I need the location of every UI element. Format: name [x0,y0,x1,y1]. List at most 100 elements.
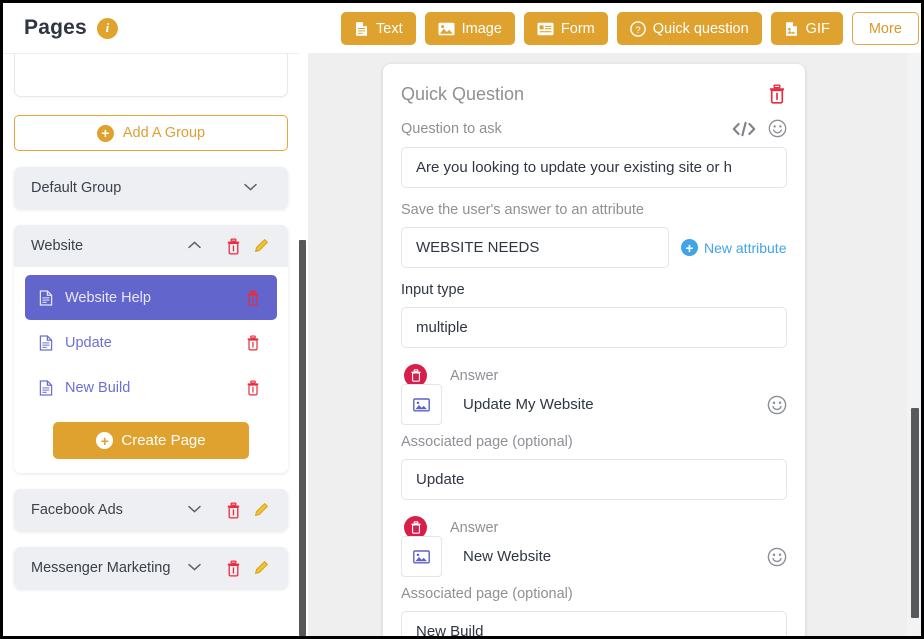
group-facebook-ads[interactable]: Facebook Ads [14,489,288,531]
content-scrollbar-thumb[interactable] [911,408,919,618]
page-title-group: Pages i [24,16,118,40]
delete-group-icon[interactable] [223,500,243,520]
page-item-label: New Build [65,379,131,396]
card-header: Quick Question [401,84,787,105]
chevron-down-icon[interactable] [244,182,257,194]
delete-block-icon[interactable] [767,84,787,104]
chevron-down-icon[interactable] [188,562,201,574]
page-item-update[interactable]: Update [25,320,277,365]
chevron-down-icon[interactable] [188,504,201,516]
create-page-label: Create Page [121,432,206,449]
group-header[interactable]: Default Group [14,167,288,209]
card-title: Quick Question [401,84,525,104]
question-input-value: Are you looking to update your existing … [416,159,733,176]
delete-group-icon[interactable] [223,558,243,578]
attribute-input[interactable]: WEBSITE NEEDS [401,227,669,268]
delete-page-icon[interactable] [243,288,263,308]
answer-text[interactable]: Update My Website [463,396,767,413]
answer-block: Answer Update My Website Associated page… [401,364,787,500]
page-title: Pages [24,16,87,39]
add-text-button[interactable]: Text [341,12,416,45]
answer-text[interactable]: New Website [463,548,767,565]
edit-group-icon[interactable] [251,236,271,256]
add-form-label: Form [560,20,595,37]
associated-page-label: Associated page (optional) [401,586,573,602]
app-window: Pages i Text Image Form ? Quick question… [0,0,924,639]
answer-row: Update My Website [401,384,787,425]
attribute-label: Save the user's answer to an attribute [401,202,644,218]
delete-page-icon[interactable] [243,333,263,353]
input-type-select[interactable]: multiple [401,307,787,348]
plus-circle-icon: + [96,432,114,449]
add-image-label: Image [461,20,502,37]
add-text-label: Text [376,20,403,37]
answer-row: New Website [401,536,787,577]
code-brackets-icon[interactable] [732,121,756,137]
group-header[interactable]: Messenger Marketing [14,547,288,589]
add-form-button[interactable]: Form [523,12,608,45]
more-button[interactable]: More [851,12,919,45]
group-header[interactable]: Facebook Ads [14,489,288,531]
input-type-label-row: Input type [401,282,787,298]
svg-text:?: ? [635,24,640,35]
emoji-picker-icon[interactable] [767,547,787,567]
add-a-group-label: Add A Group [122,125,206,141]
associated-page-select[interactable]: Update [401,459,787,500]
attribute-label-row: Save the user's answer to an attribute [401,202,787,218]
info-icon[interactable]: i [96,17,118,39]
group-name-label: Default Group [31,180,122,196]
content-canvas: Quick Question Question to ask Are you l… [308,53,907,636]
form-icon [537,22,554,36]
quick-question-card: Quick Question Question to ask Are you l… [383,64,805,636]
associated-page-select[interactable]: New Build [401,611,787,636]
answer-label: Answer [450,367,499,384]
group-website[interactable]: Website Website Help Update New Build + … [14,225,288,473]
group-messenger-marketing[interactable]: Messenger Marketing [14,547,288,589]
emoji-picker-icon[interactable] [768,119,787,138]
edit-group-icon[interactable] [251,500,271,520]
add-a-group-button[interactable]: + Add A Group [14,115,288,151]
add-quick-question-button[interactable]: ? Quick question [616,12,762,45]
sidebar-content: + Add A Group Default Group Website Webs… [3,54,299,589]
emoji-picker-icon[interactable] [767,395,787,415]
question-label: Question to ask [401,120,502,137]
group-name-label: Facebook Ads [31,502,123,518]
add-gif-button[interactable]: GIF [770,12,843,45]
plus-circle-icon: + [96,124,114,142]
question-label-row: Question to ask [401,119,787,138]
associated-page-label: Associated page (optional) [401,434,573,450]
new-attribute-button[interactable]: + New attribute [681,239,786,256]
top-bar: Pages i Text Image Form ? Quick question… [3,3,921,53]
more-label: More [868,20,902,37]
group-header[interactable]: Website [14,225,288,267]
page-file-icon [39,379,53,396]
group-default-group[interactable]: Default Group [14,167,288,209]
gif-file-icon [784,21,799,37]
associated-page-value: Update [416,471,465,488]
sidebar-scrollbar-thumb[interactable] [299,240,306,636]
associated-page-value: New Build [416,623,484,636]
delete-page-icon[interactable] [243,378,263,398]
group-card-partial [14,54,288,97]
attribute-input-value: WEBSITE NEEDS [416,239,540,256]
answer-image-icon[interactable] [401,536,442,577]
group-pages-list: Website Help Update New Build + Create P… [14,267,288,473]
attribute-row: WEBSITE NEEDS + New attribute [401,218,787,268]
image-icon [438,22,455,36]
answer-image-icon[interactable] [401,384,442,425]
delete-group-icon[interactable] [223,236,243,256]
add-image-button[interactable]: Image [424,12,515,45]
pages-sidebar[interactable]: + Add A Group Default Group Website Webs… [3,53,299,636]
page-file-icon [39,334,53,351]
input-type-label: Input type [401,282,465,298]
question-input[interactable]: Are you looking to update your existing … [401,147,787,188]
page-item-website-help[interactable]: Website Help [25,275,277,320]
page-item-new-build[interactable]: New Build [25,365,277,410]
edit-group-icon[interactable] [251,558,271,578]
question-circle-icon: ? [629,20,646,37]
create-page-button[interactable]: + Create Page [53,422,249,459]
chevron-up-icon[interactable] [188,240,201,252]
document-icon [354,21,369,37]
answer-block: Answer New Website Associated page (opti… [401,516,787,636]
add-gif-label: GIF [805,20,830,37]
